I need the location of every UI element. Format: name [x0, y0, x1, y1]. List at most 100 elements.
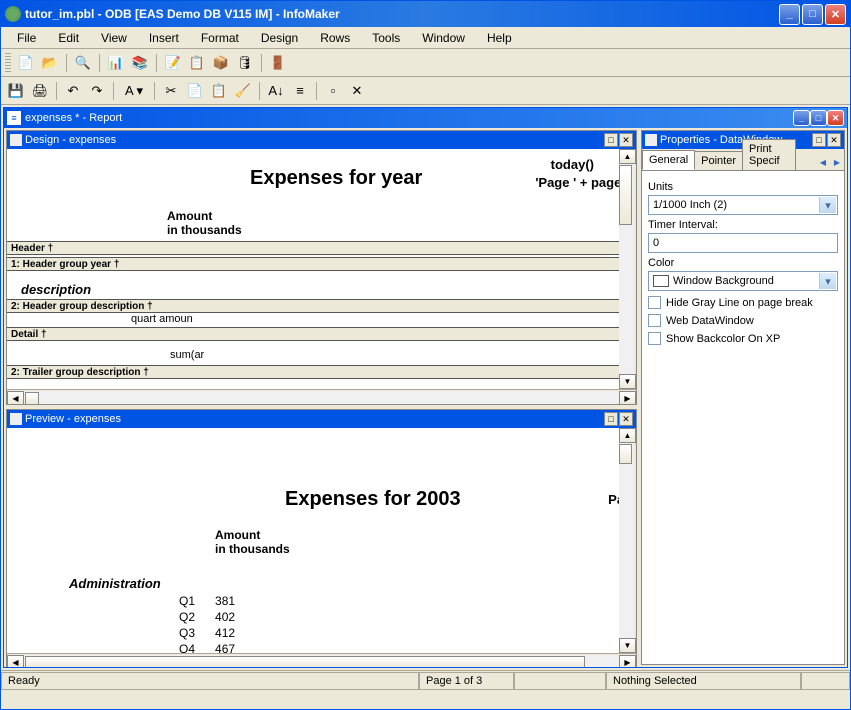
- menu-file[interactable]: File: [7, 29, 46, 47]
- scroll-up-icon[interactable]: ▲: [619, 149, 636, 164]
- report-window: ≡ expenses * - Report _ □ ✕ Design - exp…: [3, 107, 848, 668]
- hide-gray-checkbox[interactable]: Hide Gray Line on page break: [648, 296, 838, 309]
- design-restore-button[interactable]: □: [604, 133, 618, 147]
- tab-scroll-left-icon[interactable]: ◀: [816, 154, 830, 170]
- preview-data-table: Q1381 Q2402 Q3412 Q4467: [177, 592, 255, 653]
- app-title: tutor_im.pbl - ODB [EAS Demo DB V115 IM]…: [25, 7, 779, 21]
- scroll-right-icon[interactable]: ▶: [619, 655, 636, 668]
- detail-columns[interactable]: quart amoun: [131, 313, 193, 325]
- sql-icon[interactable]: 📊: [105, 52, 127, 74]
- web-datawindow-checkbox[interactable]: Web DataWindow: [648, 314, 838, 327]
- notes-icon[interactable]: 📝: [162, 52, 184, 74]
- preview-icon[interactable]: 🔍: [72, 52, 94, 74]
- close-pane-icon[interactable]: ✕: [346, 80, 368, 102]
- statusbar: Ready Page 1 of 3 Nothing Selected: [1, 670, 850, 690]
- scroll-up-icon[interactable]: ▲: [619, 428, 636, 443]
- design-close-button[interactable]: ✕: [619, 133, 633, 147]
- paste-icon[interactable]: 📋: [208, 80, 230, 102]
- app-icon: [5, 6, 21, 22]
- trailer2-band[interactable]: 2: Trailer group description †: [7, 365, 636, 379]
- report-maximize-button[interactable]: □: [810, 110, 827, 126]
- filter-icon[interactable]: ≡: [289, 80, 311, 102]
- page-expr-field[interactable]: 'Page ' + page(): [535, 175, 630, 190]
- save-icon[interactable]: 💾: [5, 80, 27, 102]
- tab-print[interactable]: Print Specif: [742, 139, 796, 170]
- menu-view[interactable]: View: [91, 29, 137, 47]
- sum-expr-field[interactable]: sum(ar: [170, 349, 204, 361]
- preview-pane-titlebar: Preview - expenses □ ✕: [7, 410, 636, 428]
- redo-icon[interactable]: ↷: [86, 80, 108, 102]
- cut-icon[interactable]: ✂: [160, 80, 182, 102]
- design-pane: Design - expenses □ ✕ Expenses for year …: [6, 130, 637, 405]
- erase-icon[interactable]: 🧹: [232, 80, 254, 102]
- preview-close-button[interactable]: ✕: [619, 412, 633, 426]
- scroll-left-icon[interactable]: ◀: [7, 391, 24, 405]
- copy-icon[interactable]: 📄: [184, 80, 206, 102]
- table-icon[interactable]: 📦: [210, 52, 232, 74]
- maximize-button[interactable]: □: [802, 4, 823, 25]
- open-icon[interactable]: 📂: [39, 52, 61, 74]
- print-icon[interactable]: 🖨: [29, 80, 51, 102]
- report-close-button[interactable]: ✕: [827, 110, 844, 126]
- scroll-down-icon[interactable]: ▼: [619, 638, 636, 653]
- toolbar-grip[interactable]: [5, 53, 11, 73]
- tab-pointer[interactable]: Pointer: [694, 151, 743, 170]
- toolbar-1: 📄 📂 🔍 📊 📚 📝 📋 📦 🛢 🚪: [1, 49, 850, 77]
- report-minimize-button[interactable]: _: [793, 110, 810, 126]
- page-icon[interactable]: ▫: [322, 80, 344, 102]
- design-vscroll[interactable]: ▲ ▼: [619, 149, 636, 389]
- group2-band[interactable]: 2: Header group description †: [7, 299, 636, 313]
- show-backcolor-checkbox[interactable]: Show Backcolor On XP: [648, 332, 838, 345]
- preview-amount-label: Amountin thousands: [215, 528, 290, 556]
- scroll-right-icon[interactable]: ▶: [619, 391, 636, 405]
- preview-group-label: Administration: [69, 576, 161, 591]
- menu-format[interactable]: Format: [191, 29, 249, 47]
- menu-insert[interactable]: Insert: [139, 29, 189, 47]
- tab-scroll-right-icon[interactable]: ▶: [830, 154, 844, 170]
- toolbar-2: 💾 🖨 ↶ ↷ A ▾ ✂ 📄 📋 🧹 A↓ ≡ ▫ ✕: [1, 77, 850, 105]
- retrieve-icon[interactable]: 📚: [129, 52, 151, 74]
- preview-restore-button[interactable]: □: [604, 412, 618, 426]
- scroll-left-icon[interactable]: ◀: [7, 655, 24, 668]
- report-title-field[interactable]: Expenses for year: [250, 167, 422, 190]
- menu-tools[interactable]: Tools: [362, 29, 410, 47]
- properties-icon: [645, 134, 657, 146]
- units-select[interactable]: 1/1000 Inch (2): [648, 195, 838, 215]
- design-hscroll[interactable]: ◀ ▶: [7, 389, 636, 404]
- header-band[interactable]: Header †: [7, 241, 636, 255]
- report-title: expenses * - Report: [25, 112, 793, 124]
- menu-rows[interactable]: Rows: [310, 29, 360, 47]
- menu-edit[interactable]: Edit: [48, 29, 89, 47]
- properties-close-button[interactable]: ✕: [827, 133, 841, 147]
- exit-icon[interactable]: 🚪: [267, 52, 289, 74]
- color-label: Color: [648, 257, 838, 269]
- undo-icon[interactable]: ↶: [62, 80, 84, 102]
- minimize-button[interactable]: _: [779, 4, 800, 25]
- detail-band[interactable]: Detail †: [7, 327, 636, 341]
- menu-window[interactable]: Window: [412, 29, 475, 47]
- description-field[interactable]: description: [21, 282, 91, 297]
- color-select[interactable]: Window Background: [648, 271, 838, 291]
- today-expr-field[interactable]: today(): [551, 157, 594, 172]
- sort-asc-icon[interactable]: A↓: [265, 80, 287, 102]
- design-surface[interactable]: Expenses for year today() 'Page ' + page…: [7, 149, 636, 389]
- database-icon[interactable]: 🛢: [234, 52, 256, 74]
- status-blank: [514, 672, 606, 690]
- preview-hscroll[interactable]: ◀ ▶: [7, 653, 636, 667]
- menu-design[interactable]: Design: [251, 29, 308, 47]
- preview-surface[interactable]: Expenses for 2003 3/ Pag Amountin thousa…: [7, 428, 636, 653]
- amount-label[interactable]: Amountin thousands: [167, 209, 242, 237]
- scroll-down-icon[interactable]: ▼: [619, 374, 636, 389]
- properties-restore-button[interactable]: □: [812, 133, 826, 147]
- menu-help[interactable]: Help: [477, 29, 522, 47]
- new-icon[interactable]: 📄: [15, 52, 37, 74]
- design-pane-titlebar: Design - expenses □ ✕: [7, 131, 636, 149]
- tab-general[interactable]: General: [642, 150, 695, 170]
- group1-band[interactable]: 1: Header group year †: [7, 257, 636, 271]
- status-grip: [801, 672, 850, 690]
- grid-icon[interactable]: 📋: [186, 52, 208, 74]
- font-dropdown-icon[interactable]: A ▾: [119, 80, 149, 102]
- close-button[interactable]: ✕: [825, 4, 846, 25]
- preview-vscroll[interactable]: ▲ ▼: [619, 428, 636, 653]
- timer-input[interactable]: [648, 233, 838, 253]
